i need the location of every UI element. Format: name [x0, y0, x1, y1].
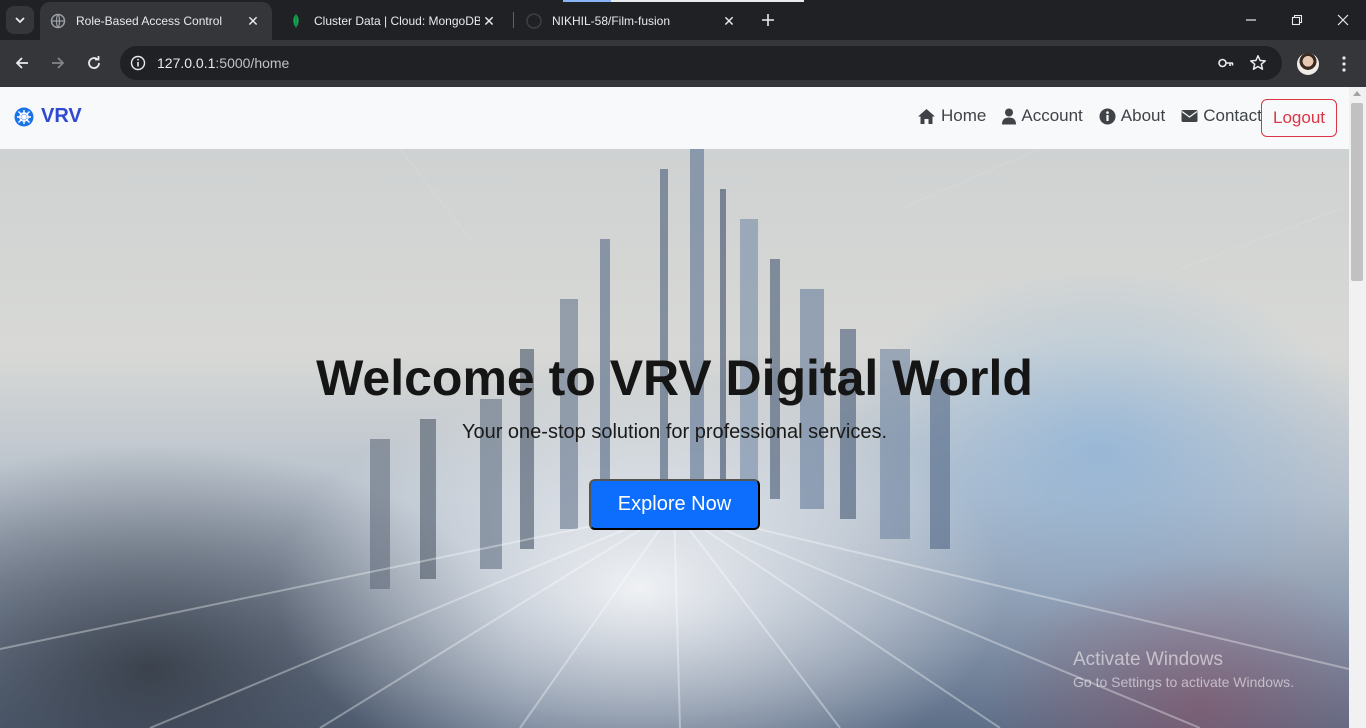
tab-title: Cluster Data | Cloud: MongoDB	[314, 14, 480, 28]
nav-home-link[interactable]: Home	[917, 106, 986, 126]
reload-button[interactable]	[79, 48, 109, 78]
brand-link[interactable]: VRV	[13, 105, 82, 128]
minimize-icon	[1246, 19, 1256, 21]
site-info-icon[interactable]	[128, 53, 148, 73]
close-icon[interactable]: ✕	[720, 12, 738, 30]
tab-strip: Role-Based Access Control ✕ Cluster Data…	[0, 0, 1366, 40]
tab-search-button[interactable]	[6, 6, 34, 34]
browser-menu-button[interactable]	[1332, 52, 1356, 76]
address-bar[interactable]: 127.0.0.1:5000/home	[120, 46, 1282, 80]
home-icon	[918, 108, 935, 124]
url-path: :5000/home	[215, 55, 290, 71]
info-icon	[1099, 108, 1116, 124]
chevron-down-icon	[15, 17, 25, 24]
url-host: 127.0.0.1	[157, 55, 216, 71]
tab-title: Role-Based Access Control	[76, 14, 223, 28]
window-close-button[interactable]	[1320, 0, 1366, 40]
hero-content: Welcome to VRV Digital World Your one-st…	[0, 149, 1349, 728]
minimize-button[interactable]	[1228, 0, 1274, 40]
tab-cluster-data[interactable]: Cluster Data | Cloud: MongoDB ✕	[278, 2, 508, 40]
globe-icon	[50, 13, 66, 29]
nav-account-link[interactable]: Account	[1002, 106, 1083, 126]
tab-separator	[513, 12, 514, 28]
page-viewport: VRV Home Account About Contact Logout We…	[0, 87, 1366, 728]
explore-now-button[interactable]: Explore Now	[589, 479, 760, 530]
browser-toolbar: 127.0.0.1:5000/home	[0, 40, 1366, 87]
hero-subtitle: Your one-stop solution for professional …	[461, 421, 888, 443]
tab-title: NIKHIL-58/Film-fusion	[552, 14, 671, 28]
new-tab-button[interactable]	[756, 8, 780, 32]
watermark-title: Activate Windows	[1073, 649, 1223, 670]
nav-link-label: About	[1120, 106, 1166, 125]
hero-title: Welcome to VRV Digital World	[316, 350, 1033, 406]
arrow-right-icon	[52, 57, 65, 69]
close-icon[interactable]: ✕	[480, 12, 498, 30]
mongodb-leaf-icon	[288, 13, 304, 29]
restore-icon	[1291, 14, 1303, 26]
nav-links: Home Account About Contact	[917, 106, 1278, 126]
brand-logo-icon	[14, 107, 34, 126]
envelope-icon	[1181, 110, 1198, 122]
user-icon	[1002, 108, 1017, 124]
nav-link-label: Contact	[1203, 106, 1262, 125]
tab-role-based-access-control[interactable]: Role-Based Access Control ✕	[40, 2, 272, 40]
scrollbar-thumb[interactable]	[1351, 103, 1363, 281]
github-icon	[526, 13, 542, 29]
close-icon[interactable]: ✕	[244, 12, 262, 30]
tab-film-fusion[interactable]: NIKHIL-58/Film-fusion ✕	[516, 2, 748, 40]
reload-icon	[88, 56, 100, 69]
close-icon	[1337, 14, 1349, 26]
brand-name: VRV	[41, 105, 82, 127]
nav-about-link[interactable]: About	[1099, 106, 1165, 126]
bookmark-star-icon[interactable]	[1248, 53, 1268, 73]
arrow-left-icon	[15, 57, 28, 69]
password-key-icon[interactable]	[1216, 53, 1236, 73]
nav-link-label: Account	[1021, 106, 1083, 125]
restore-button[interactable]	[1274, 0, 1320, 40]
more-vertical-icon	[1342, 56, 1346, 72]
plus-icon	[762, 14, 774, 26]
page-scrollbar[interactable]	[1349, 87, 1366, 728]
forward-button[interactable]	[43, 48, 73, 78]
watermark-subtitle: Go to Settings to activate Windows.	[1073, 674, 1294, 690]
url-text[interactable]: 127.0.0.1:5000/home	[157, 55, 289, 71]
logout-button[interactable]: Logout	[1261, 99, 1337, 137]
profile-avatar[interactable]	[1297, 53, 1319, 75]
scroll-up-arrow-icon[interactable]	[1353, 91, 1361, 96]
nav-contact-link[interactable]: Contact	[1181, 106, 1262, 126]
nav-link-label: Home	[941, 106, 987, 125]
site-navbar: VRV Home Account About Contact Logout	[0, 87, 1349, 149]
windows-activation-watermark: Activate Windows Go to Settings to activ…	[1073, 649, 1294, 690]
hero-section: Welcome to VRV Digital World Your one-st…	[0, 149, 1349, 728]
back-button[interactable]	[7, 48, 37, 78]
